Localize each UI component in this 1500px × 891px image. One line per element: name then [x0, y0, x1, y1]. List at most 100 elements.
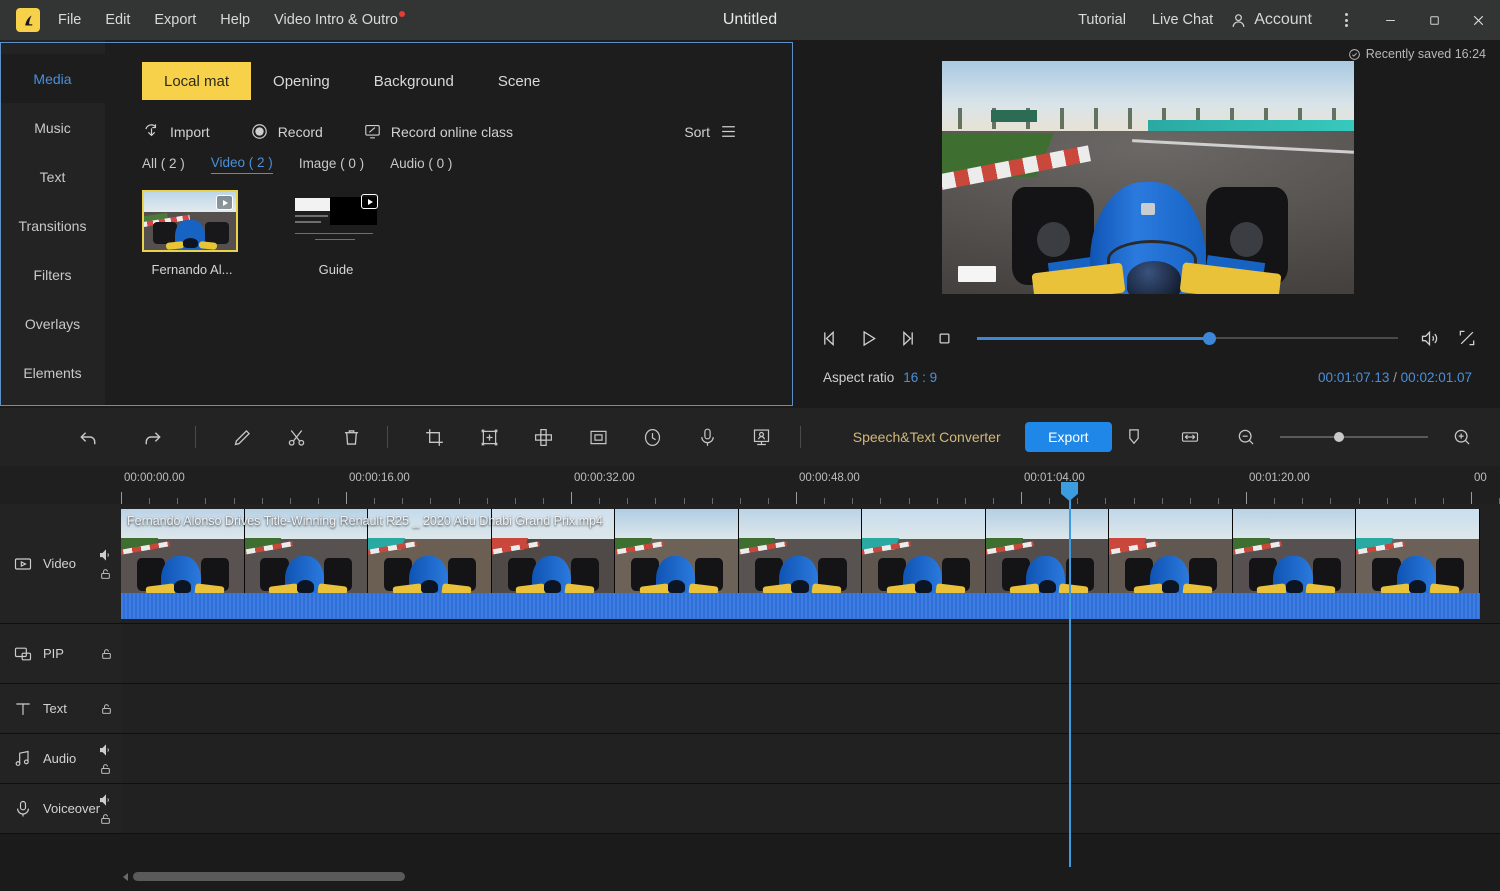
- speed-button[interactable]: [632, 415, 673, 459]
- more-vertical-icon[interactable]: [1324, 0, 1368, 40]
- scroll-left-icon[interactable]: [123, 873, 128, 881]
- voice-button[interactable]: [687, 415, 728, 459]
- track-header-voiceover[interactable]: Voiceover: [0, 784, 121, 833]
- notification-dot-icon: [399, 11, 405, 17]
- timeline-horizontal-scrollbar[interactable]: [0, 862, 1500, 891]
- import-button[interactable]: Import: [142, 122, 210, 141]
- track-header-audio[interactable]: Audio: [0, 734, 121, 783]
- track-audio[interactable]: Audio: [0, 734, 1500, 784]
- sidebar-item-elements[interactable]: Elements: [0, 348, 105, 397]
- previous-frame-button[interactable]: [811, 319, 849, 357]
- green-screen-button[interactable]: [741, 415, 782, 459]
- menu-export[interactable]: Export: [154, 12, 196, 28]
- track-video[interactable]: Video Fernando Alonso Drives Title-Winni…: [0, 504, 1500, 624]
- aspect-ratio-value[interactable]: 16 : 9: [903, 370, 937, 385]
- export-button[interactable]: Export: [1025, 422, 1112, 452]
- sidebar-item-filters[interactable]: Filters: [0, 250, 105, 299]
- tab-opening[interactable]: Opening: [251, 62, 352, 100]
- filter-audio[interactable]: Audio ( 0 ): [390, 156, 452, 174]
- sidebar-item-overlays[interactable]: Overlays: [0, 299, 105, 348]
- filter-all[interactable]: All ( 2 ): [142, 156, 185, 174]
- account-button[interactable]: Account: [1226, 11, 1324, 29]
- preview-video[interactable]: [942, 61, 1354, 294]
- sidebar-item-media[interactable]: Media: [0, 54, 105, 103]
- play-button[interactable]: [849, 319, 887, 357]
- app-logo-icon[interactable]: [16, 8, 40, 32]
- delete-button[interactable]: [331, 415, 372, 459]
- sidebar-item-label: Elements: [23, 365, 81, 381]
- sidebar-item-transitions[interactable]: Transitions: [0, 201, 105, 250]
- menu-video-intro-outro[interactable]: Video Intro & Outro: [274, 12, 398, 28]
- fit-width-button[interactable]: [1168, 415, 1212, 459]
- lock-icon[interactable]: [99, 762, 112, 775]
- track-body-video[interactable]: Fernando Alonso Drives Title-Winning Ren…: [121, 504, 1500, 623]
- track-body-text[interactable]: [121, 684, 1500, 733]
- edit-button[interactable]: [222, 415, 263, 459]
- maximize-icon[interactable]: [1412, 0, 1456, 40]
- timeline-clip[interactable]: Fernando Alonso Drives Title-Winning Ren…: [121, 509, 1480, 619]
- timeline-ruler[interactable]: 00:00:00.0000:00:16.0000:00:32.0000:00:4…: [0, 466, 1500, 504]
- close-icon[interactable]: [1456, 0, 1500, 40]
- media-item[interactable]: Fernando Al...: [142, 190, 242, 277]
- tab-local-mat[interactable]: Local mat: [142, 62, 251, 100]
- undo-button[interactable]: [68, 415, 109, 459]
- lock-icon[interactable]: [100, 702, 113, 715]
- next-frame-button[interactable]: [887, 319, 925, 357]
- track-label: Text: [43, 701, 67, 716]
- import-icon: [142, 122, 161, 141]
- speaker-icon[interactable]: [98, 792, 113, 807]
- media-thumbnail[interactable]: [286, 190, 382, 252]
- split-button[interactable]: [276, 415, 317, 459]
- playback-progress-slider[interactable]: [977, 329, 1398, 347]
- track-header-video[interactable]: Video: [0, 504, 121, 623]
- track-header-text[interactable]: Text: [0, 684, 121, 733]
- fullscreen-button[interactable]: [1448, 319, 1486, 357]
- speaker-icon[interactable]: [98, 547, 113, 562]
- track-body-pip[interactable]: [121, 624, 1500, 683]
- sidebar-item-text[interactable]: Text: [0, 152, 105, 201]
- zoom-slider[interactable]: [1280, 429, 1428, 445]
- track-body-voiceover[interactable]: [121, 784, 1500, 833]
- tab-scene[interactable]: Scene: [476, 62, 563, 100]
- track-controls: [98, 742, 113, 775]
- zoom-out-button[interactable]: [1224, 415, 1268, 459]
- live-chat-link[interactable]: Live Chat: [1139, 12, 1226, 28]
- lock-icon[interactable]: [99, 812, 112, 825]
- volume-button[interactable]: [1410, 319, 1448, 357]
- menu-file[interactable]: File: [58, 12, 81, 28]
- import-label: Import: [170, 124, 210, 140]
- speech-text-converter-button[interactable]: Speech&Text Converter: [853, 429, 1001, 445]
- sidebar-item-music[interactable]: Music: [0, 103, 105, 152]
- media-thumbnail[interactable]: [142, 190, 238, 252]
- scrollbar-thumb[interactable]: [133, 872, 405, 881]
- add-frame-button[interactable]: [469, 415, 510, 459]
- record-button[interactable]: Record: [250, 122, 323, 141]
- sort-button[interactable]: Sort: [684, 122, 762, 141]
- zoom-in-button[interactable]: [1440, 415, 1484, 459]
- menu-edit[interactable]: Edit: [105, 12, 130, 28]
- track-text[interactable]: Text: [0, 684, 1500, 734]
- track-body-audio[interactable]: [121, 734, 1500, 783]
- left-sidebar: Media Music Text Transitions Filters Ove…: [0, 40, 105, 406]
- track-header-pip[interactable]: PIP: [0, 624, 121, 683]
- media-item[interactable]: Guide: [286, 190, 386, 277]
- redo-button[interactable]: [133, 415, 174, 459]
- pip-button[interactable]: [578, 415, 619, 459]
- track-pip[interactable]: PIP: [0, 624, 1500, 684]
- lock-icon[interactable]: [100, 647, 113, 660]
- menu-help[interactable]: Help: [220, 12, 250, 28]
- lock-icon[interactable]: [99, 567, 112, 580]
- marker-button[interactable]: [1112, 415, 1156, 459]
- tutorial-link[interactable]: Tutorial: [1065, 12, 1139, 28]
- mosaic-button[interactable]: [523, 415, 564, 459]
- record-online-class-button[interactable]: Record online class: [363, 122, 513, 141]
- filter-image[interactable]: Image ( 0 ): [299, 156, 364, 174]
- speaker-icon[interactable]: [98, 742, 113, 757]
- track-voiceover[interactable]: Voiceover: [0, 784, 1500, 834]
- crop-button[interactable]: [414, 415, 455, 459]
- minimize-icon[interactable]: [1368, 0, 1412, 40]
- tab-background[interactable]: Background: [352, 62, 476, 100]
- filter-video[interactable]: Video ( 2 ): [211, 155, 273, 174]
- sidebar-item-label: Text: [40, 169, 66, 185]
- stop-button[interactable]: [925, 319, 963, 357]
